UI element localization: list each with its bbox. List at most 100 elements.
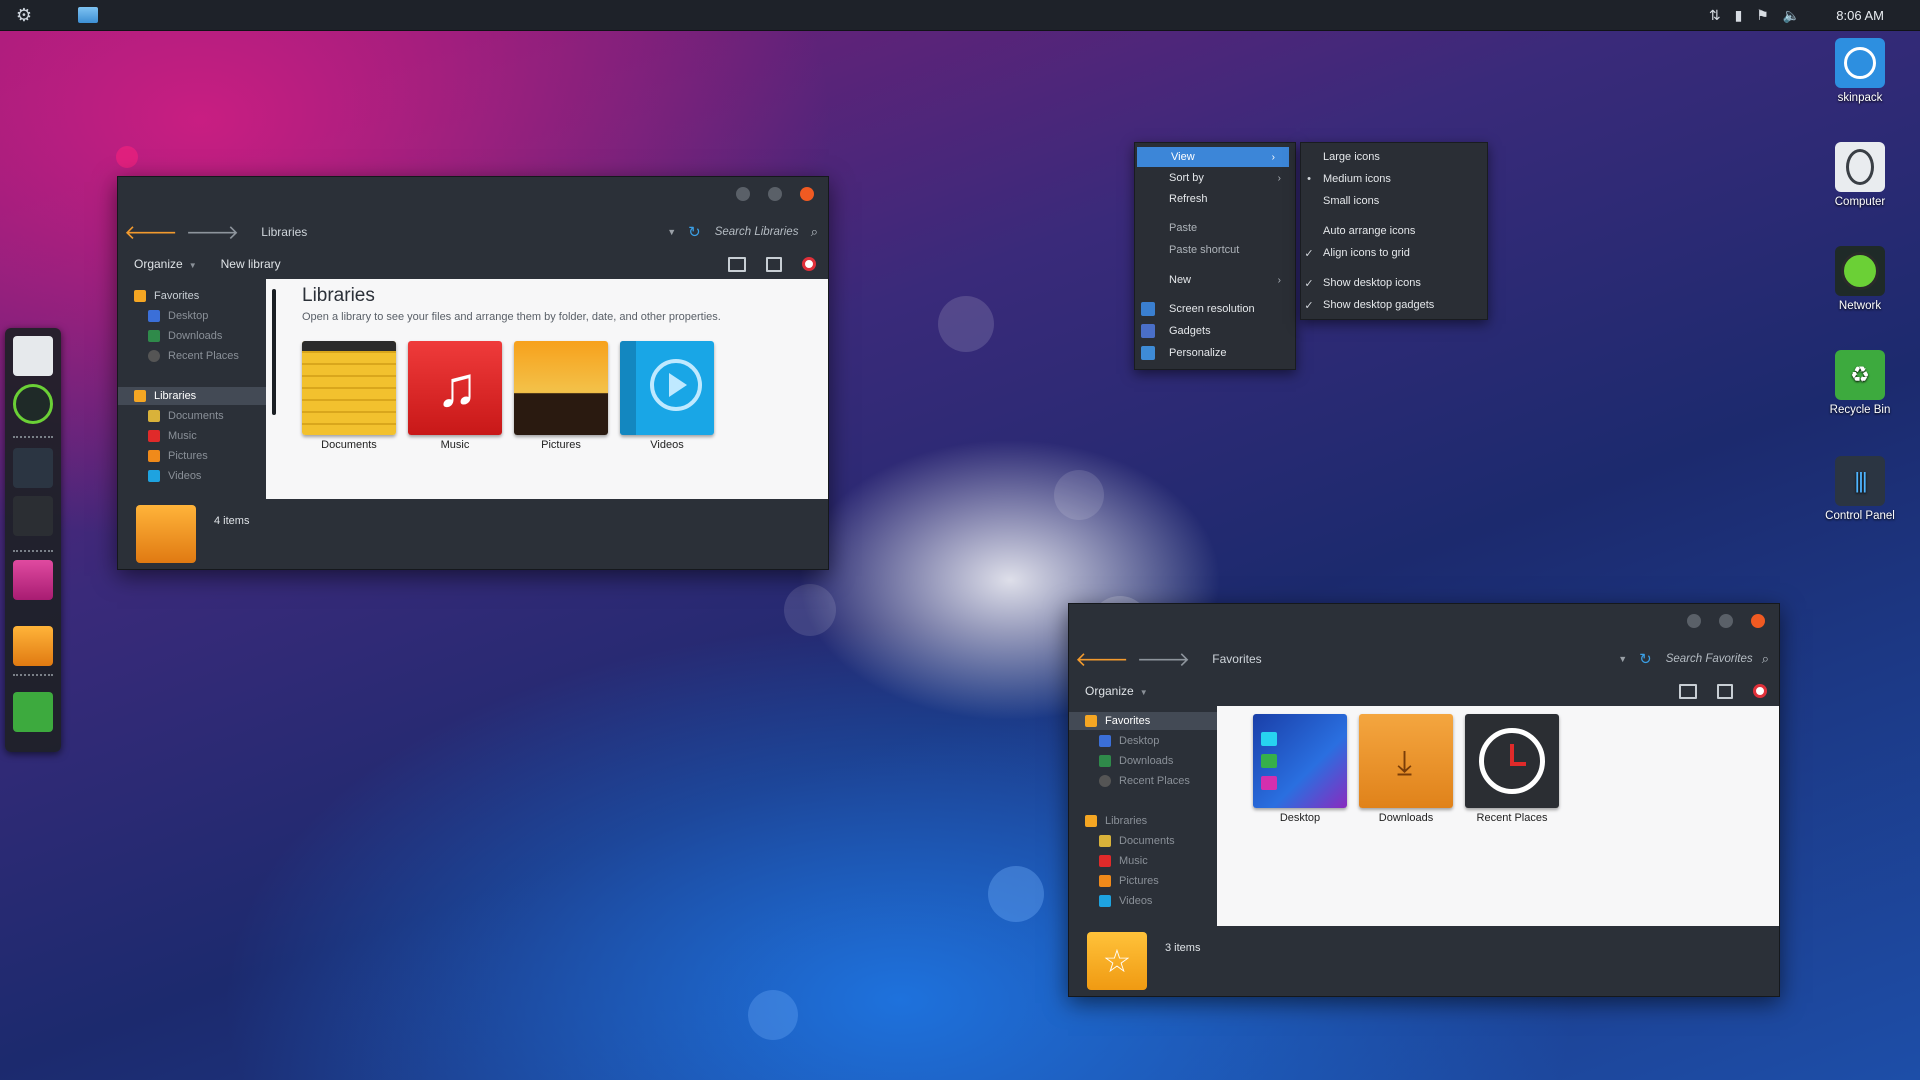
preview-pane-icon[interactable] — [1717, 683, 1733, 699]
title-bar[interactable] — [1069, 604, 1779, 642]
nav-favorites[interactable]: Favorites — [134, 287, 199, 305]
nav-libraries[interactable]: Libraries — [118, 387, 269, 405]
submenu-item-align-to-grid[interactable]: ✓ Align icons to grid — [1301, 243, 1487, 263]
tile-downloads[interactable]: ⤓ Downloads — [1359, 714, 1453, 824]
nav-music[interactable]: Music — [1099, 852, 1148, 870]
tile-documents[interactable]: Documents — [302, 341, 396, 451]
close-button[interactable] — [1751, 614, 1765, 628]
nav-favorites[interactable]: Favorites — [1069, 712, 1220, 730]
tile-videos[interactable]: Videos — [620, 341, 714, 451]
desktop-icon-control-panel[interactable]: ||| Control Panel — [1820, 456, 1900, 522]
nav-libraries[interactable]: Libraries — [1085, 812, 1147, 830]
clock[interactable]: 8:06 AM — [1836, 8, 1884, 23]
refresh-icon[interactable]: ↻ — [1639, 650, 1652, 668]
nav-music[interactable]: Music — [148, 427, 197, 445]
submenu-item-small-icons[interactable]: Small icons — [1301, 191, 1487, 211]
nav-downloads[interactable]: Downloads — [148, 327, 222, 345]
nav-recent-places[interactable]: Recent Places — [148, 347, 239, 365]
help-icon[interactable] — [802, 257, 816, 271]
desktop-icon-network[interactable]: Network — [1820, 246, 1900, 312]
nav-videos[interactable]: Videos — [1099, 892, 1152, 910]
menu-item-paste-shortcut[interactable]: Paste shortcut — [1135, 240, 1295, 260]
submenu-item-auto-arrange[interactable]: Auto arrange icons — [1301, 221, 1487, 241]
menu-item-new[interactable]: New › — [1135, 270, 1295, 290]
nav-videos[interactable]: Videos — [148, 467, 201, 485]
nav-pictures[interactable]: Pictures — [148, 447, 208, 465]
menu-item-view[interactable]: View › — [1137, 147, 1289, 167]
tile-recent-places[interactable]: Recent Places — [1465, 714, 1559, 824]
nav-recent-places[interactable]: Recent Places — [1099, 772, 1190, 790]
minimize-button[interactable] — [1687, 614, 1701, 628]
forward-arrow-icon[interactable]: 🡒 — [186, 220, 240, 245]
gear-start-icon[interactable]: ⚙ — [12, 3, 36, 27]
submenu-item-medium-icons[interactable]: • Medium icons — [1301, 169, 1487, 189]
battery-icon[interactable]: ▮ — [1735, 7, 1743, 24]
address-path[interactable]: Libraries — [261, 225, 667, 239]
volume-icon[interactable]: 🔈 — [1783, 7, 1800, 24]
media-icon[interactable] — [13, 560, 53, 600]
organize-button[interactable]: Organize ▼ — [1085, 684, 1148, 698]
view-options-icon[interactable] — [728, 256, 746, 272]
tile-label: Documents — [321, 439, 377, 451]
chevron-down-icon[interactable]: ▼ — [667, 227, 676, 237]
menu-item-sort-by[interactable]: Sort by › — [1135, 168, 1295, 188]
computer-icon[interactable] — [13, 336, 53, 376]
title-bar[interactable] — [118, 177, 828, 215]
control-panel-icon[interactable] — [13, 448, 53, 488]
search-input[interactable]: Search Libraries — [715, 226, 811, 238]
explorer-folder-icon[interactable] — [78, 7, 98, 23]
desktop-icon-label: Network — [1838, 300, 1882, 312]
menu-item-personalize[interactable]: Personalize — [1135, 343, 1295, 363]
menu-item-paste[interactable]: Paste — [1135, 218, 1295, 238]
tile-pictures[interactable]: Pictures — [514, 341, 608, 451]
chevron-right-icon: › — [1277, 274, 1281, 286]
help-icon[interactable] — [1753, 684, 1767, 698]
desktop-icon-label: Control Panel — [1825, 510, 1895, 522]
forward-arrow-icon[interactable]: 🡒 — [1137, 647, 1191, 672]
desktop-icon-computer[interactable]: Computer — [1820, 142, 1900, 208]
back-arrow-icon[interactable]: 🡐 — [1075, 647, 1129, 672]
minimize-button[interactable] — [736, 187, 750, 201]
nav-downloads[interactable]: Downloads — [1099, 752, 1173, 770]
address-path[interactable]: Favorites — [1212, 652, 1618, 666]
network-globe-icon[interactable] — [13, 384, 53, 424]
network-arrows-icon[interactable]: ⇅ — [1709, 7, 1721, 24]
maximize-button[interactable] — [768, 187, 782, 201]
scrollbar[interactable] — [272, 289, 276, 415]
tile-music[interactable]: ♫ Music — [408, 341, 502, 451]
flag-icon[interactable]: ⚑ — [1756, 7, 1769, 24]
view-options-icon[interactable] — [1679, 683, 1697, 699]
chevron-down-icon[interactable]: ▼ — [1618, 654, 1627, 664]
desktop-icon-recycle-bin[interactable]: ♻ Recycle Bin — [1820, 350, 1900, 416]
close-button[interactable] — [800, 187, 814, 201]
nav-desktop[interactable]: Desktop — [148, 307, 208, 325]
maximize-button[interactable] — [1719, 614, 1733, 628]
checkmark-icon: ✓ — [1304, 300, 1314, 312]
recycle-bin-icon[interactable] — [13, 692, 53, 732]
search-icon[interactable]: ⌕ — [1762, 651, 1769, 667]
submenu-item-show-desktop-icons[interactable]: ✓ Show desktop icons — [1301, 273, 1487, 293]
documents-icon — [148, 410, 160, 422]
refresh-icon[interactable]: ↻ — [688, 223, 701, 241]
desktop-icon-skinpack[interactable]: skinpack — [1820, 38, 1900, 104]
tools-icon[interactable] — [13, 496, 53, 536]
back-arrow-icon[interactable]: 🡐 — [124, 220, 178, 245]
nav-documents[interactable]: Documents — [148, 407, 224, 425]
organize-button[interactable]: Organize ▼ — [134, 257, 197, 271]
libraries-icon[interactable] — [13, 626, 53, 666]
preview-pane-icon[interactable] — [766, 256, 782, 272]
libraries-window: 🡐 🡒 Libraries ▼ ↻ Search Libraries ⌕ Org… — [117, 176, 829, 570]
search-icon[interactable]: ⌕ — [811, 224, 818, 240]
menu-item-gadgets[interactable]: Gadgets — [1135, 321, 1295, 341]
search-input[interactable]: Search Favorites — [1666, 653, 1762, 665]
submenu-item-large-icons[interactable]: Large icons — [1301, 147, 1487, 167]
new-library-button[interactable]: New library — [221, 257, 281, 271]
tile-desktop[interactable]: Desktop — [1253, 714, 1347, 824]
nav-documents[interactable]: Documents — [1099, 832, 1175, 850]
submenu-item-show-gadgets[interactable]: ✓ Show desktop gadgets — [1301, 295, 1487, 315]
menu-item-refresh[interactable]: Refresh — [1135, 189, 1295, 209]
downloads-icon — [148, 330, 160, 342]
nav-pictures[interactable]: Pictures — [1099, 872, 1159, 890]
menu-item-screen-resolution[interactable]: Screen resolution — [1135, 299, 1295, 319]
nav-desktop[interactable]: Desktop — [1099, 732, 1159, 750]
